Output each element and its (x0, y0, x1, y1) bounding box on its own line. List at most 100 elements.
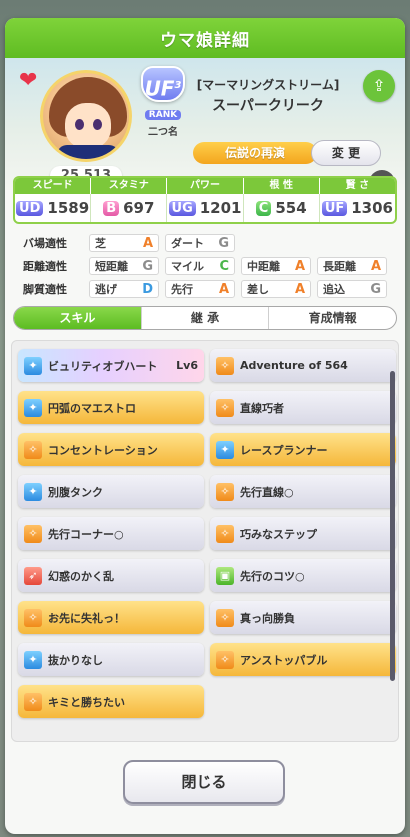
skill-item[interactable]: ✧ お先に失礼っ！ (18, 601, 204, 634)
aptitude-betweener: 差し A (241, 280, 311, 298)
stat-grade: B (103, 200, 120, 216)
skill-item[interactable]: ▣ 先行のコツ○ (210, 559, 396, 592)
skill-icon: ✧ (216, 482, 234, 501)
change-button[interactable]: 変 更 (311, 140, 381, 166)
track-aptitude-row: バ場適性 芝A ダート G (23, 232, 393, 254)
skill-name: 直線巧者 (240, 401, 284, 415)
stat-label-stamina: スタミナ (91, 178, 168, 194)
skill-icon: ➶ (24, 566, 42, 585)
close-button[interactable]: 閉じる (123, 760, 285, 804)
skill-name: 巧みなステップ (240, 527, 317, 541)
nickname-label: 二つ名 (148, 127, 178, 138)
tab-training-info[interactable]: 育成情報 (269, 307, 396, 329)
aptitude-chaser: 追込 G (317, 280, 387, 298)
stat-value: 554 (275, 199, 307, 217)
tab-skills[interactable]: スキル (14, 307, 142, 329)
skill-name: 抜かりなし (48, 653, 103, 667)
skill-name: レースプランナー (240, 443, 328, 457)
stat-grade: C (255, 200, 272, 216)
share-icon: ⇪ (372, 76, 386, 95)
aptitude-section: バ場適性 芝A ダート G 距離適性 短距離 G マイル C 中距離 A 長距離 A 脚質… (23, 232, 393, 301)
skill-icon: ✧ (216, 524, 234, 543)
skill-level: Lv6 (176, 359, 198, 372)
stat-grade: UG (168, 200, 196, 216)
skill-item[interactable]: ✦ 抜かりなし (18, 643, 204, 676)
skill-list-scrollbar[interactable] (390, 371, 395, 681)
skill-name: 先行のコツ○ (240, 569, 305, 583)
character-portrait (40, 70, 132, 162)
skill-name: 円弧のマエストロ (48, 401, 136, 415)
skill-icon: ✦ (24, 356, 42, 375)
stat-value: 1306 (351, 199, 393, 217)
share-button[interactable]: ⇪ (363, 70, 395, 102)
track-aptitude-label: バ場適性 (23, 237, 67, 250)
skill-item[interactable]: ✧ アンストッパブル (210, 643, 396, 676)
skill-item[interactable]: ➶ 幻惑のかく乱 (18, 559, 204, 592)
aptitude-dirt: ダート G (165, 234, 235, 252)
skill-name: お先に失礼っ！ (48, 611, 125, 625)
stats-table: スピード スタミナ パワー 根 性 賢 さ UD 1589 B 697 UG 1201… (13, 176, 397, 224)
skill-item[interactable]: ✦ 円弧のマエストロ (18, 391, 204, 424)
skill-icon: ✧ (24, 524, 42, 543)
panel-title: ウマ娘詳細 (5, 18, 405, 58)
skill-icon: ✧ (216, 608, 234, 627)
aptitude-long: 長距離 A (317, 257, 387, 275)
stat-wisdom: UF 1306 (320, 194, 395, 222)
stat-guts: C 554 (244, 194, 320, 222)
rank-badge: UF3 RANK 二つ名 (140, 66, 186, 138)
aptitude-mile: マイル C (165, 257, 235, 275)
skill-icon: ✧ (216, 356, 234, 375)
stat-label-speed: スピード (15, 178, 92, 194)
stat-speed: UD 1589 (15, 194, 92, 222)
skill-item[interactable]: ✧ 巧みなステップ (210, 517, 396, 550)
character-epithet: [マーマリングストリーム] (196, 78, 340, 92)
skill-icon: ✧ (216, 398, 234, 417)
stat-grade: UD (16, 200, 44, 216)
favorite-heart-icon[interactable]: ❤ (19, 68, 37, 93)
skill-icon: ✧ (24, 692, 42, 711)
rank-label: RANK (144, 110, 182, 120)
distance-aptitude-row: 距離適性 短距離 G マイル C 中距離 A 長距離 A (23, 255, 393, 277)
stat-value: 697 (123, 199, 155, 217)
skill-icon: ▣ (216, 566, 234, 585)
name-block: [マーマリングストリーム] スーパークリーク (193, 76, 343, 115)
detail-tabs: スキル 継 承 育成情報 (13, 306, 397, 330)
skill-item[interactable]: ✧ キミと勝ちたい (18, 685, 204, 718)
profile-header: ❤ 25,513 UF3 RANK 二つ名 [マーマリングストリーム] スーパー… (5, 58, 405, 196)
skill-item[interactable]: ✦ ビュリティオブハート Lv6 (18, 349, 204, 382)
skill-item[interactable]: ✦ 別腹タンク (18, 475, 204, 508)
skill-icon: ✦ (24, 650, 42, 669)
skills-grid: ✦ ビュリティオブハート Lv6 ✧ Adventure of 564 ✦ 円弧のマエストロ… (18, 349, 396, 718)
rank-grade: UF3 (141, 66, 185, 102)
skill-name: キミと勝ちたい (48, 695, 125, 709)
skill-name: ビュリティオブハート (48, 359, 158, 373)
style-aptitude-label: 脚質適性 (23, 283, 67, 296)
aptitude-sprint: 短距離 G (89, 257, 159, 275)
skill-item[interactable]: ✧ コンセントレーション (18, 433, 204, 466)
aptitude-medium: 中距離 A (241, 257, 311, 275)
stat-power: UG 1201 (167, 194, 244, 222)
stat-label-wisdom: 賢 さ (345, 180, 370, 191)
distance-aptitude-label: 距離適性 (23, 260, 67, 273)
aptitude-turf: 芝A (89, 234, 159, 252)
skill-item[interactable]: ✧ 先行コーナー○ (18, 517, 204, 550)
aptitude-runner: 逃げ D (89, 280, 159, 298)
stat-value: 1201 (199, 199, 242, 217)
style-aptitude-row: 脚質適性 逃げ D 先行 A 差し A 追込 G (23, 278, 393, 300)
skill-item[interactable]: ✧ Adventure of 564 (210, 349, 396, 382)
skill-name: アンストッパブル (240, 653, 328, 667)
skill-item[interactable]: ✧ 直線巧者 (210, 391, 396, 424)
tab-inheritance[interactable]: 継 承 (142, 307, 270, 329)
skill-name: 真っ向勝負 (240, 611, 295, 625)
stat-stamina: B 697 (91, 194, 168, 222)
skill-list[interactable]: ✦ ビュリティオブハート Lv6 ✧ Adventure of 564 ✦ 円弧のマエストロ… (11, 340, 399, 742)
skill-item[interactable]: ✧ 真っ向勝負 (210, 601, 396, 634)
skill-icon: ✦ (216, 440, 234, 459)
skill-item[interactable]: ✦ レースプランナー (210, 433, 396, 466)
skill-item[interactable]: ✧ 先行直線○ (210, 475, 396, 508)
skill-icon: ✦ (24, 398, 42, 417)
skill-icon: ✦ (24, 482, 42, 501)
stat-value: 1589 (47, 199, 90, 217)
skill-name: 別腹タンク (48, 485, 103, 499)
skill-name: コンセントレーション (48, 443, 158, 457)
